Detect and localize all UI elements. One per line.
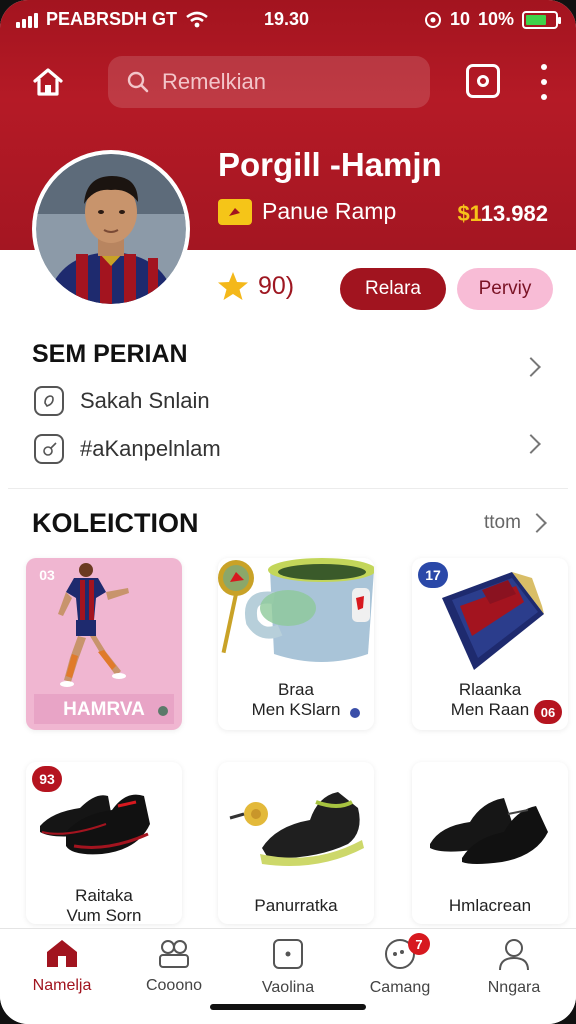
balance-currency: $1 <box>457 201 481 226</box>
sneaker-icon <box>229 792 364 866</box>
collection-card-shoes[interactable]: Hmlacrean <box>412 762 568 924</box>
tab-label: Vaolina <box>261 979 315 996</box>
ticket-tag-icon <box>218 198 252 225</box>
card-badge: 17 <box>418 562 448 588</box>
list-item[interactable]: #aKanpelnlam <box>34 434 221 464</box>
card-title: Braa <box>278 680 314 699</box>
tab-chat[interactable]: 7 Camang <box>350 933 450 1001</box>
chevron-right-icon[interactable] <box>521 357 541 377</box>
notification-badge: 7 <box>408 933 430 955</box>
tab-label: Camang <box>369 979 431 996</box>
indicator-dot <box>350 708 360 718</box>
tab-label: Namelja <box>32 977 92 994</box>
tab-home[interactable]: Namelja <box>12 937 112 1001</box>
collection-card-sneaker[interactable]: Panurratka <box>218 762 374 924</box>
perviy-button[interactable]: Perviy <box>457 268 553 310</box>
rating-value: 90) <box>258 271 295 300</box>
search-icon <box>127 71 149 93</box>
alarm-icon <box>424 11 441 28</box>
home-indicator[interactable] <box>210 1004 366 1010</box>
home-icon <box>47 940 77 967</box>
tab-community[interactable]: Cooono <box>124 937 224 1001</box>
card-title: Panurratka <box>254 896 338 915</box>
collection-card-player[interactable]: 03 HAMRVA <box>26 558 182 730</box>
card-title: Raitaka <box>75 886 133 905</box>
home-button[interactable] <box>26 60 70 104</box>
tab-tickets[interactable]: Vaolina <box>238 937 338 1001</box>
app-screen: PEABRSDH GT 19.30 10 10% Porgill -Hamjn <box>0 0 576 1024</box>
tab-label: Nngara <box>487 979 541 996</box>
team-row: Panue Ramp <box>218 198 396 225</box>
rating: 90) <box>216 270 294 302</box>
section-title-collection: KOLEICTION <box>32 508 199 538</box>
collection-card-scarf[interactable]: 17 Rlaanka Men Raan 06 <box>412 558 568 730</box>
card-corner-badge: 06 <box>534 700 562 724</box>
divider <box>8 488 568 489</box>
more-options-button[interactable] <box>536 64 552 100</box>
collection-card-boots[interactable]: 93 Raitaka Vum Sorn <box>26 762 182 924</box>
carrier-label: PEABRSDH GT <box>46 9 178 29</box>
clock: 19.30 <box>264 9 310 29</box>
chevron-right-icon[interactable] <box>527 513 547 533</box>
status-indicator: 10 <box>449 9 470 29</box>
team-name: Panue Ramp <box>262 198 397 224</box>
card-badge: 03 <box>39 567 55 583</box>
search-bar[interactable] <box>108 56 430 108</box>
status-bar: PEABRSDH GT 19.30 10 10% <box>0 0 576 40</box>
chevron-right-icon[interactable] <box>521 434 541 454</box>
profile-icon <box>499 939 529 971</box>
mug-icon <box>218 558 374 662</box>
shield-icon <box>34 386 64 416</box>
edit-icon <box>34 434 64 464</box>
card-badge: 93 <box>32 766 62 792</box>
balance-amount: 13.982 <box>480 201 548 226</box>
community-icon <box>159 940 189 968</box>
section-title-personal: SEM PERIAN <box>32 340 188 368</box>
list-item-label: #aKanpelnlam <box>80 436 221 461</box>
avatar[interactable] <box>32 150 190 308</box>
battery-percent: 10% <box>477 9 514 29</box>
search-input[interactable] <box>162 69 412 95</box>
wifi-icon <box>186 11 208 27</box>
signal-icon <box>16 12 38 28</box>
see-all-link[interactable]: ttom <box>484 512 521 534</box>
indicator-dot <box>158 706 168 716</box>
home-icon <box>33 68 63 96</box>
camera-icon <box>477 75 489 87</box>
card-title: Hmlacrean <box>448 896 532 915</box>
tab-label: Cooono <box>145 977 203 994</box>
card-subtitle: Vum Sorn <box>66 906 142 924</box>
collection-card-mug[interactable]: Braa Men KSlarn <box>218 558 374 730</box>
relara-button[interactable]: Relara <box>340 268 446 310</box>
top-navbar <box>0 52 576 112</box>
ticket-icon <box>273 939 303 969</box>
battery-icon <box>522 10 561 29</box>
camera-button[interactable] <box>466 64 500 98</box>
avatar-photo <box>36 154 186 304</box>
profile-name: Porgill -Hamjn <box>218 146 442 183</box>
star-icon <box>218 272 248 300</box>
list-item-label: Sakah Snlain <box>80 388 210 413</box>
shoes-icon <box>430 798 548 864</box>
balance: $113.982 <box>457 201 548 227</box>
list-item[interactable]: Sakah Snlain <box>34 386 210 416</box>
card-title: Rlaanka <box>458 680 522 699</box>
tab-profile[interactable]: Nngara <box>464 937 564 1001</box>
